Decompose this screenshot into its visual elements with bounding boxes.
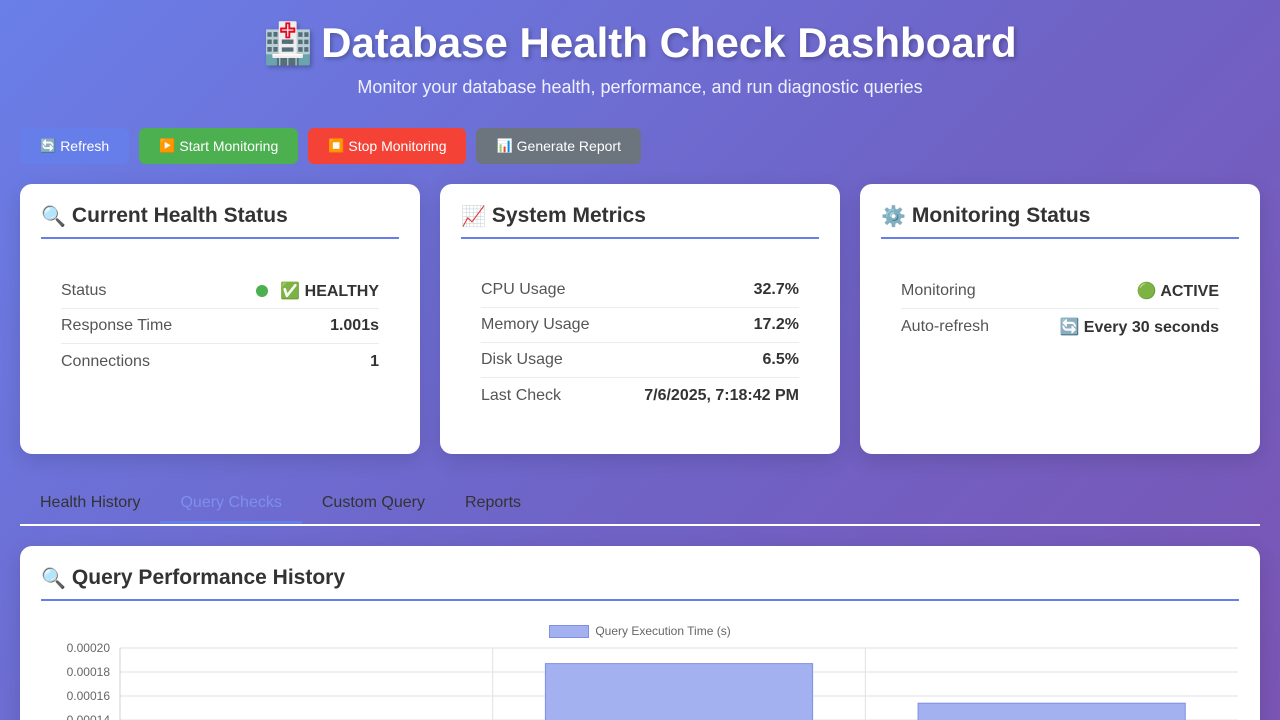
magnifier-icon: 🔍: [41, 206, 66, 228]
cpu-row: CPU Usage 32.7%: [481, 273, 799, 308]
auto-refresh-label: Auto-refresh: [901, 317, 990, 335]
y-tick-label: 0.00016: [67, 689, 111, 703]
connections-label: Connections: [61, 352, 150, 370]
trend-chart-icon: 📈: [461, 206, 486, 228]
start-monitoring-button[interactable]: ▶️ Start Monitoring: [139, 128, 299, 164]
tab-reports[interactable]: Reports: [445, 484, 541, 524]
response-time-value: 1.001s: [330, 317, 379, 334]
gear-icon: ⚙️: [881, 206, 906, 228]
metrics-rows: CPU Usage 32.7% Memory Usage 17.2% Disk …: [481, 273, 799, 413]
refresh-icon: 🔄: [40, 138, 57, 153]
memory-label: Memory Usage: [481, 316, 590, 333]
memory-value: 17.2%: [753, 316, 799, 333]
status-badge: ✅ HEALTHY: [280, 283, 379, 300]
hospital-icon: 🏥: [263, 22, 314, 66]
monitoring-card-title: ⚙️ Monitoring Status: [881, 202, 1239, 239]
auto-refresh-row: Auto-refresh 🔄 Every 30 seconds: [901, 309, 1219, 344]
stop-monitoring-button[interactable]: ⏹️ Stop Monitoring: [308, 128, 467, 164]
response-time-row: Response Time 1.001s: [61, 309, 379, 344]
health-status-card: 🔍 Current Health Status Status ✅ HEALTHY…: [20, 184, 420, 454]
page-subtitle: Monitor your database health, performanc…: [357, 77, 923, 97]
generate-report-label: Generate Report: [516, 138, 621, 154]
stop-icon: ⏹️: [328, 138, 345, 153]
y-tick-label: 0.00014: [67, 713, 111, 720]
refresh-button[interactable]: 🔄 Refresh: [20, 128, 130, 164]
tab-bar: Health History Query Checks Custom Query…: [20, 484, 1260, 526]
health-card-title: 🔍 Current Health Status: [41, 202, 399, 239]
status-indicator-dot: [256, 285, 269, 297]
metrics-card-title-text: System Metrics: [491, 204, 646, 227]
auto-refresh-value: 🔄 Every 30 seconds: [1059, 318, 1219, 336]
stop-monitoring-label: Stop Monitoring: [348, 138, 447, 154]
monitoring-rows: Monitoring 🟢 ACTIVE Auto-refresh 🔄 Every…: [901, 274, 1219, 344]
refresh-button-label: Refresh: [60, 138, 110, 154]
chart-bar[interactable]: [544, 663, 814, 720]
page-title: 🏥 Database Health Check Dashboard: [0, 14, 1280, 73]
tab-query-checks[interactable]: Query Checks: [160, 484, 302, 524]
disk-row: Disk Usage 6.5%: [481, 343, 799, 378]
disk-label: Disk Usage: [481, 351, 563, 368]
status-label: Status: [61, 282, 107, 299]
last-check-value: 7/6/2025, 7:18:42 PM: [644, 386, 799, 404]
cpu-value: 32.7%: [753, 281, 799, 298]
page-title-text: Database Health Check Dashboard: [321, 19, 1017, 66]
generate-report-button[interactable]: 📊 Generate Report: [476, 128, 641, 164]
monitoring-card-title-text: Monitoring Status: [911, 204, 1091, 227]
start-monitoring-label: Start Monitoring: [179, 138, 279, 154]
query-performance-card: 🔍 Query Performance History Query Execut…: [20, 546, 1260, 720]
play-icon: ▶️: [159, 138, 176, 153]
y-tick-label: 0.00018: [67, 665, 111, 679]
query-performance-chart: 0.00020 0.00018 0.00016 0.00014: [67, 641, 1238, 720]
tab-health-history[interactable]: Health History: [20, 484, 160, 524]
status-row: Status ✅ HEALTHY: [61, 274, 379, 309]
disk-value: 6.5%: [762, 351, 799, 368]
tab-custom-query[interactable]: Custom Query: [302, 484, 445, 524]
health-card-title-text: Current Health Status: [71, 204, 288, 227]
connections-row: Connections 1: [61, 344, 379, 379]
last-check-row: Last Check 7/6/2025, 7:18:42 PM: [481, 378, 799, 413]
monitoring-label: Monitoring: [901, 282, 976, 299]
y-tick-label: 0.00020: [67, 641, 111, 655]
monitoring-status-card: ⚙️ Monitoring Status Monitoring 🟢 ACTIVE…: [860, 184, 1260, 454]
metrics-card-title: 📈 System Metrics: [461, 202, 819, 239]
memory-row: Memory Usage 17.2%: [481, 308, 799, 343]
toolbar: 🔄 Refresh ▶️ Start Monitoring ⏹️ Stop Mo…: [20, 128, 641, 164]
monitoring-value: 🟢 ACTIVE: [1136, 283, 1219, 300]
health-rows: Status ✅ HEALTHY Response Time 1.001s Co…: [61, 274, 379, 379]
cpu-label: CPU Usage: [481, 281, 566, 298]
chart-bar[interactable]: [917, 702, 1186, 720]
status-value: ✅ HEALTHY: [256, 281, 379, 301]
monitoring-row: Monitoring 🟢 ACTIVE: [901, 274, 1219, 309]
page-header: 🏥 Database Health Check Dashboard Monitor…: [0, 14, 1280, 98]
response-time-label: Response Time: [61, 317, 173, 334]
bar-chart-icon: 📊: [496, 138, 513, 153]
system-metrics-card: 📈 System Metrics CPU Usage 32.7% Memory …: [440, 184, 840, 454]
last-check-label: Last Check: [481, 386, 562, 404]
connections-value: 1: [370, 352, 379, 370]
